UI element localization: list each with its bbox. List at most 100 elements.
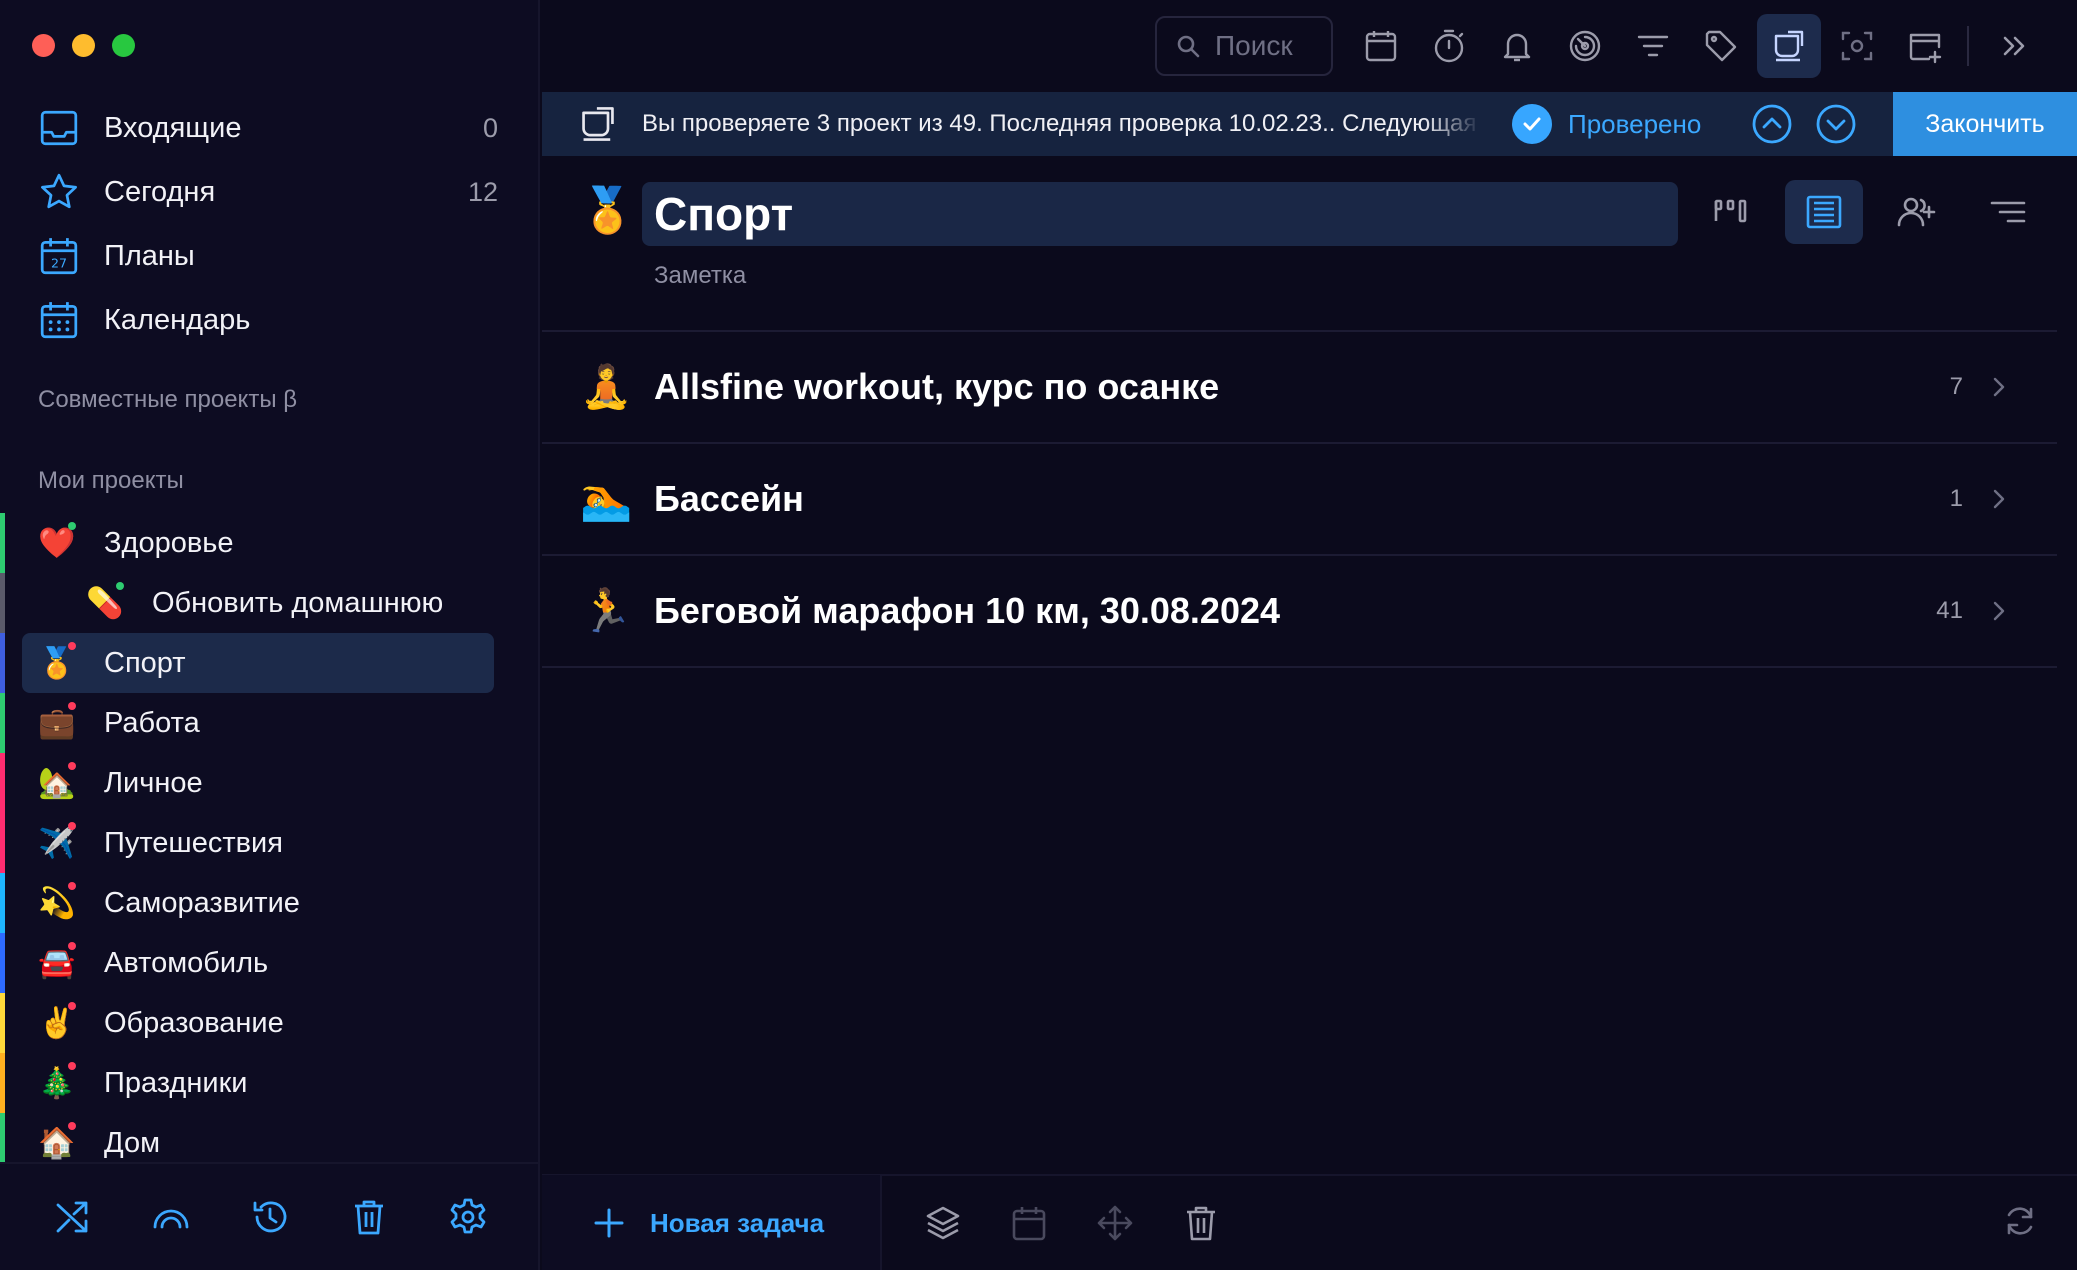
nav-label: Входящие [104,111,242,144]
timer-button[interactable] [1417,14,1481,78]
shuffle-icon[interactable] [52,1197,92,1237]
nav-item-plans[interactable]: 27 Планы [38,224,502,288]
list-view-button[interactable] [1785,180,1863,244]
project-item-car[interactable]: 🚘 Автомобиль [0,933,540,993]
review-banner: Вы проверяете 3 проект из 49. Последняя … [542,92,2077,156]
my-projects-header[interactable]: Мои проекты [38,467,184,495]
filter-button[interactable] [1621,14,1685,78]
search-input[interactable]: Поиск [1155,16,1333,76]
selection-highlight [22,633,494,693]
project-item-medkit[interactable]: 💊 Обновить домашнюю аптечку [0,573,540,633]
checkmark-icon [1523,117,1541,131]
svg-text:27: 27 [51,256,67,271]
project-note[interactable]: Заметка [654,262,746,290]
move-icon [1097,1205,1133,1241]
scan-button[interactable] [1825,14,1889,78]
history-icon[interactable] [250,1197,290,1237]
nav-item-today[interactable]: Сегодня 12 [38,160,502,224]
list-item[interactable]: 🏃 Беговой марафон 10 км, 30.08.2024 41 [542,556,2057,668]
scan-icon [1841,31,1873,61]
sync-button[interactable] [2003,1204,2037,1238]
project-item-home[interactable]: 🏠 Дом [0,1113,540,1163]
trash-icon[interactable] [349,1197,389,1237]
gauge-icon[interactable] [151,1197,191,1237]
project-item-work[interactable]: 💼 Работа [0,693,540,753]
project-item-education[interactable]: ✌️ Образование [0,993,540,1053]
tag-icon [1705,30,1737,62]
toolbar-divider [1967,26,1969,66]
sort-button[interactable] [1969,180,2047,244]
project-item-sport[interactable]: 🏅 Спорт [0,633,540,693]
filter-icon [1637,35,1669,57]
bell-icon [1503,33,1531,62]
move-button[interactable] [1072,1204,1158,1242]
nav-count: 0 [482,112,498,143]
project-label: Саморазвитие [104,886,300,919]
swimmer-icon: 🏊 [580,474,633,523]
bottom-toolbar: Новая задача [542,1174,2077,1270]
house-icon: 🏠 [38,1121,78,1161]
board-view-button[interactable] [1693,180,1771,244]
delete-button[interactable] [1158,1204,1244,1242]
shared-projects-header[interactable]: Совместные проекты β [38,386,297,414]
share-project-button[interactable] [1877,180,1955,244]
project-title: Спорт [654,188,794,240]
kanban-icon [1714,199,1747,223]
view-tools [1693,180,2047,244]
search-placeholder: Поиск [1215,30,1293,61]
settings-gear-icon[interactable] [448,1197,488,1237]
main-navigation: Входящие 0 Сегодня 12 27 Планы Календарь [38,96,502,352]
add-window-icon [1909,33,1942,64]
reviewed-label[interactable]: Проверено [1568,109,1701,140]
nav-item-calendar[interactable]: Календарь [38,288,502,352]
list-item[interactable]: 🏊 Бассейн 1 [542,444,2057,556]
list-item[interactable]: 🧘 Allsfine workout, курс по осанке 7 [542,332,2057,444]
task-count: 41 [1936,597,1963,624]
project-label: Здоровье [104,526,234,559]
review-button[interactable] [1757,14,1821,78]
task-title: Allsfine workout, курс по осанке [654,366,1220,407]
expand-panel-button[interactable] [1983,14,2047,78]
project-item-personal[interactable]: 🏡 Личное [0,753,540,813]
medal-icon[interactable]: 🏅 [580,184,635,236]
calendar-button[interactable] [1349,14,1413,78]
project-label: Спорт [104,646,186,679]
previous-project-button[interactable] [1751,103,1793,145]
search-icon [1177,35,1200,58]
add-user-icon [1897,197,1936,227]
new-task-button[interactable]: Новая задача [542,1175,882,1270]
tags-button[interactable] [1689,14,1753,78]
sync-icon [2007,1207,2033,1235]
layers-icon [926,1206,960,1240]
notifications-button[interactable] [1485,14,1549,78]
project-item-health[interactable]: ❤️ Здоровье [0,513,540,573]
project-item-holidays[interactable]: 🎄 Праздники [0,1053,540,1113]
task-title: Беговой марафон 10 км, 30.08.2024 [654,590,1281,631]
chevron-right-icon [1993,489,2005,509]
next-project-button[interactable] [1815,103,1857,145]
finish-review-button[interactable]: Закончить [1893,92,2077,156]
new-window-button[interactable] [1893,14,1957,78]
project-list: ❤️ Здоровье 💊 Обновить домашнюю аптечку … [0,513,540,1163]
project-item-travel[interactable]: ✈️ Путешествия [0,813,540,873]
minimize-window-button[interactable] [72,34,95,57]
sidebar: Входящие 0 Сегодня 12 27 Планы Календарь… [0,0,540,1270]
project-item-selfdev[interactable]: 💫 Саморазвитие [0,873,540,933]
project-header: 🏅 Спорт Заметка [542,176,2077,332]
top-toolbar: Поиск [542,0,2077,92]
heart-icon: ❤️ [38,521,78,561]
project-title-field[interactable]: Спорт [642,182,1678,246]
calendar-icon [1365,31,1397,62]
focus-button[interactable] [1553,14,1617,78]
project-label: Автомобиль [104,946,269,979]
nav-label: Календарь [104,303,251,336]
nav-item-inbox[interactable]: Входящие 0 [38,96,502,160]
zoom-window-button[interactable] [112,34,135,57]
close-window-button[interactable] [32,34,55,57]
layers-button[interactable] [900,1204,986,1242]
review-icon [582,107,614,141]
date-button[interactable] [986,1204,1072,1242]
project-label: Обновить домашнюю аптечку [152,586,452,619]
reviewed-checkbox[interactable] [1512,104,1552,144]
briefcase-icon: 💼 [38,701,78,741]
